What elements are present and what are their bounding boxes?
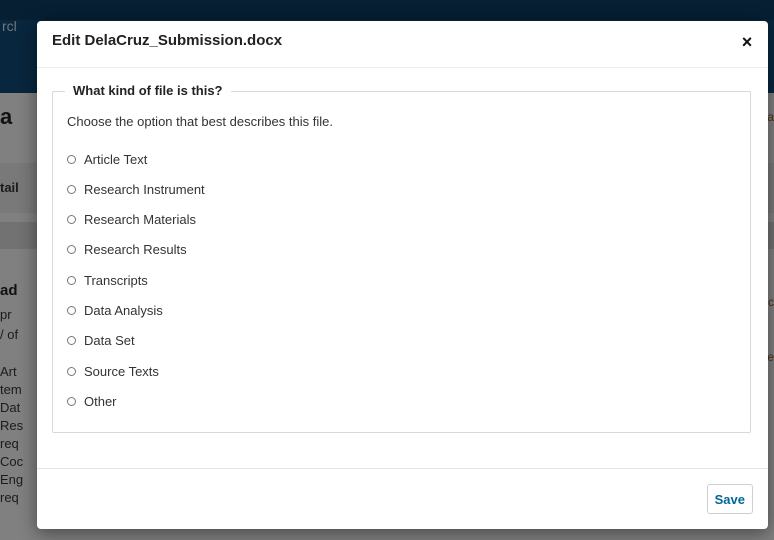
radio-icon[interactable] bbox=[67, 245, 76, 254]
option-research-results[interactable]: Research Results bbox=[67, 242, 187, 257]
option-label: Research Instrument bbox=[84, 182, 205, 197]
option-research-materials[interactable]: Research Materials bbox=[67, 212, 196, 227]
close-button[interactable]: × bbox=[736, 31, 758, 53]
file-kind-fieldset: What kind of file is this? Choose the op… bbox=[52, 83, 751, 433]
edit-file-modal: Edit DelaCruz_Submission.docx × What kin… bbox=[37, 21, 768, 529]
radio-icon[interactable] bbox=[67, 185, 76, 194]
option-data-analysis[interactable]: Data Analysis bbox=[67, 303, 163, 318]
option-source-texts[interactable]: Source Texts bbox=[67, 364, 159, 379]
help-text: Choose the option that best describes th… bbox=[67, 114, 333, 129]
option-research-instrument[interactable]: Research Instrument bbox=[67, 182, 205, 197]
fieldset-legend: What kind of file is this? bbox=[65, 83, 231, 98]
option-label: Source Texts bbox=[84, 364, 159, 379]
header-divider bbox=[37, 67, 768, 68]
option-label: Data Analysis bbox=[84, 303, 163, 318]
modal-title: Edit DelaCruz_Submission.docx bbox=[52, 32, 283, 49]
option-label: Research Materials bbox=[84, 212, 196, 227]
radio-icon[interactable] bbox=[67, 336, 76, 345]
radio-icon[interactable] bbox=[67, 306, 76, 315]
option-label: Article Text bbox=[84, 152, 148, 167]
radio-icon[interactable] bbox=[67, 276, 76, 285]
option-transcripts[interactable]: Transcripts bbox=[67, 273, 148, 288]
option-other[interactable]: Other bbox=[67, 394, 117, 409]
footer-divider bbox=[37, 468, 768, 469]
option-label: Other bbox=[84, 394, 117, 409]
option-label: Data Set bbox=[84, 333, 135, 348]
option-label: Research Results bbox=[84, 242, 187, 257]
radio-icon[interactable] bbox=[67, 155, 76, 164]
save-button[interactable]: Save bbox=[706, 484, 753, 514]
radio-icon[interactable] bbox=[67, 397, 76, 406]
radio-icon[interactable] bbox=[67, 215, 76, 224]
option-article-text[interactable]: Article Text bbox=[67, 152, 147, 167]
option-label: Transcripts bbox=[84, 273, 148, 288]
option-data-set[interactable]: Data Set bbox=[67, 333, 135, 348]
radio-icon[interactable] bbox=[67, 367, 76, 376]
